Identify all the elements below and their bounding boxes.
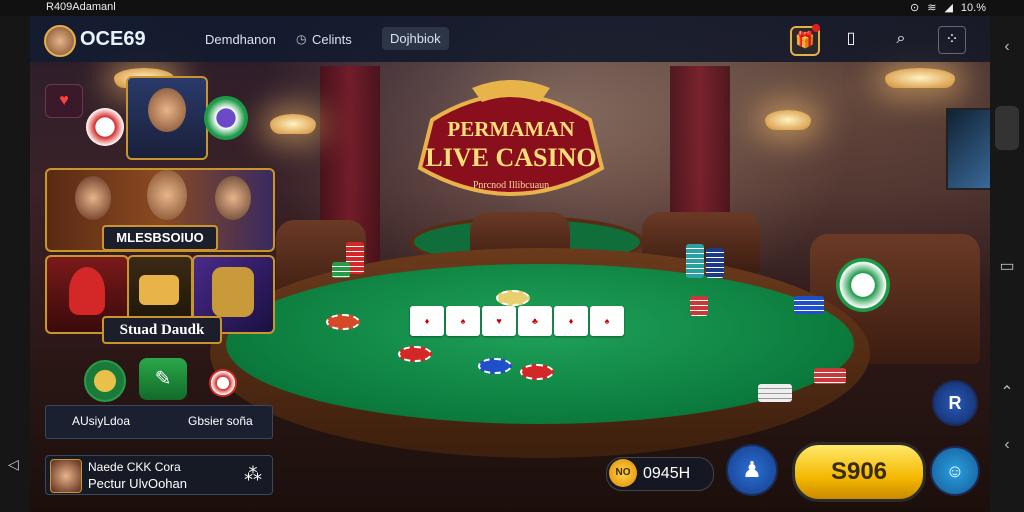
balance-display: NO 0945H	[606, 457, 714, 491]
status-bar: R409Adamanl ⊙ ≋ ◢ 10.%	[0, 0, 1024, 16]
system-navbar: ‹ ▭ ⌃ ‹	[990, 16, 1024, 512]
tablet-icon[interactable]: ▯	[838, 26, 864, 52]
chips-cluster	[204, 96, 248, 140]
chip	[478, 358, 512, 374]
chip-stack	[794, 296, 824, 314]
chip-stack	[706, 248, 724, 278]
community-cards: ♦ ♠ ♥ ♣ ♦ ♠	[410, 306, 624, 338]
back-chevron-icon[interactable]: ‹	[998, 38, 1016, 56]
notification-dot	[812, 24, 820, 32]
chip-stack	[814, 368, 846, 384]
signal-icon: ◢	[944, 2, 953, 14]
tab-bar: AUsiyLdoa Gbsier soña	[45, 405, 273, 439]
balance-value: 0945H	[643, 465, 691, 482]
chip	[496, 290, 530, 306]
tab-2[interactable]: Gbsier soña	[188, 414, 253, 428]
game-tile-featured[interactable]	[126, 76, 208, 160]
recent-icon[interactable]: ▭	[998, 256, 1016, 276]
user-line1: Naede CKK Cora	[88, 460, 181, 474]
wall-tv	[946, 108, 990, 190]
nav-link-2[interactable]: Celints	[312, 32, 352, 47]
game-tile-1-caption[interactable]: MLESBSOIUO	[102, 225, 218, 251]
chip-stack	[690, 296, 708, 316]
chat-icon[interactable]: ☺	[930, 446, 980, 496]
sign-line3: Pnrcnod Illibcuaun	[473, 180, 549, 191]
wifi-icon: ≋	[927, 2, 937, 14]
user-avatar	[50, 459, 82, 493]
play-action-button[interactable]: S906	[792, 442, 926, 502]
tab-1[interactable]: AUsiyLdoa	[72, 414, 130, 428]
brand-name[interactable]: OCE69	[80, 28, 146, 51]
edit-icon[interactable]: ✎	[139, 358, 187, 400]
chip	[520, 364, 554, 380]
search-icon[interactable]: ⌕	[888, 26, 914, 52]
coin-icon: NO	[609, 459, 637, 487]
chip	[398, 346, 432, 362]
home-icon[interactable]: ⌃	[998, 382, 1016, 402]
dealer-chip	[836, 258, 890, 312]
favorite-icon[interactable]: ♥	[45, 84, 83, 118]
chip-icon[interactable]	[209, 369, 237, 397]
left-system-strip: ◁	[0, 16, 30, 512]
chip-stack	[686, 244, 704, 278]
back-icon[interactable]: ◁	[8, 456, 19, 473]
battery-level: 10.%	[960, 1, 986, 14]
chip-stack	[332, 262, 350, 278]
r-icon[interactable]: R	[932, 380, 978, 426]
sign-line2: LIVE CASINO	[425, 143, 596, 172]
person-icon[interactable]: ♟	[726, 444, 778, 496]
user-card[interactable]: Naede CKK Cora Pectur UlvOohan ⁂	[45, 455, 273, 495]
chip-stack	[758, 384, 792, 402]
sign-line1: PERMAMAN	[447, 117, 574, 141]
nav-link-1[interactable]: Demdhanon	[205, 32, 276, 47]
back-icon[interactable]: ‹	[998, 436, 1016, 454]
location-icon: ⊙	[910, 2, 920, 14]
grid-icon[interactable]: ⁘	[938, 26, 966, 54]
brand-avatar[interactable]	[44, 25, 76, 57]
coin-button[interactable]	[84, 360, 126, 402]
user-line2: Pectur UlvOohan	[88, 476, 187, 491]
status-left-text: R409Adamanl	[46, 1, 116, 13]
roulette-chip	[86, 108, 124, 146]
recent-app-thumb[interactable]	[995, 106, 1019, 150]
game-tile-caption-2[interactable]: Stuad Daudk	[102, 316, 222, 344]
clock-icon: ◷	[296, 32, 307, 46]
live-casino-sign: PERMAMAN LIVE CASINO Pnrcnod Illibcuaun	[417, 80, 605, 196]
share-icon[interactable]: ⁂	[244, 464, 262, 485]
chip	[326, 314, 360, 330]
top-header: OCE69 Demdhanon ◷ Celints Dojhbiok 🎁 ▯ ⌕…	[30, 16, 990, 62]
nav-link-3[interactable]: Dojhbiok	[382, 27, 449, 50]
